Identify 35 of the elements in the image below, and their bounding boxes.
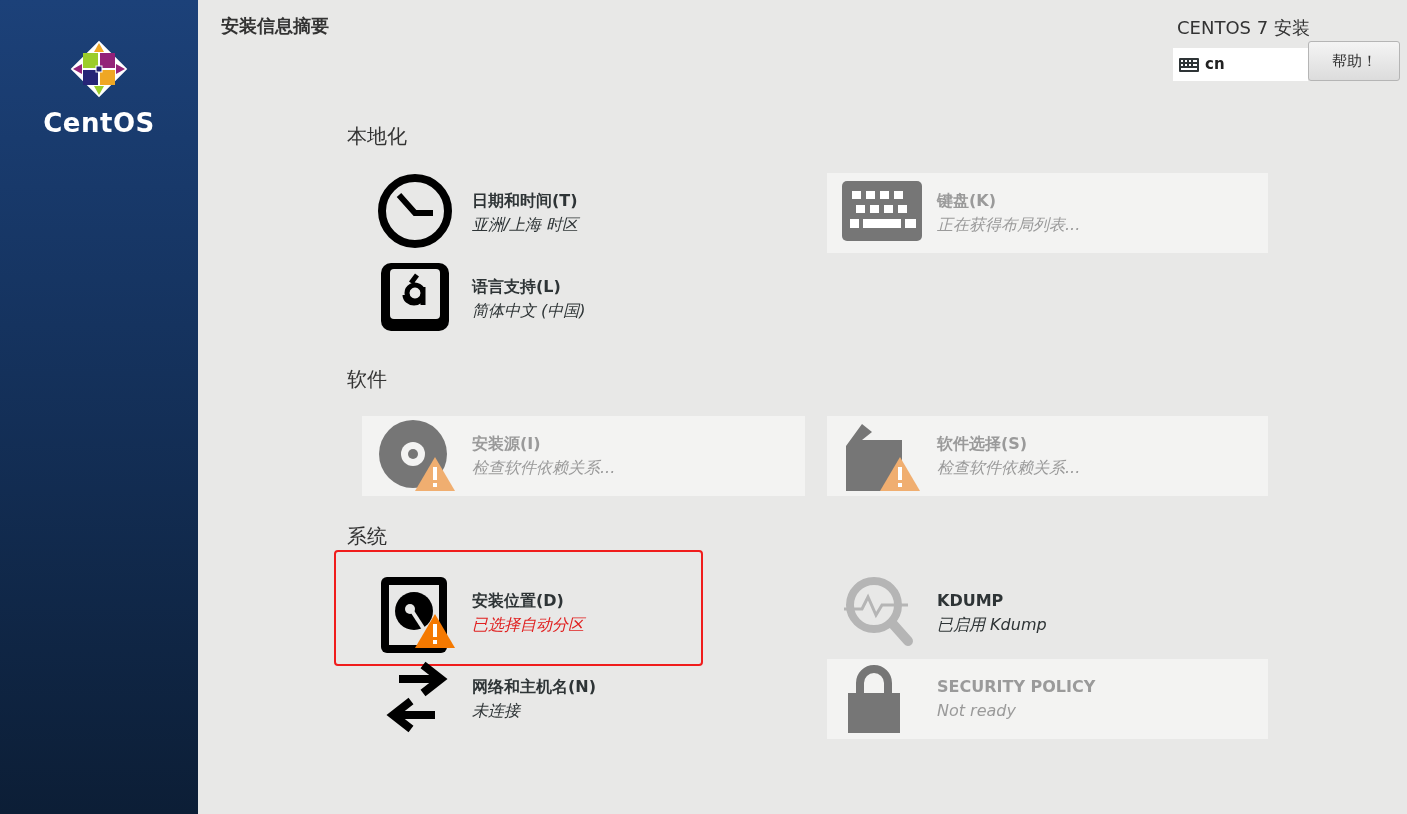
spoke-title: 网络和主机名(N) [472, 676, 596, 698]
spoke-title: 语言支持(L) [472, 276, 562, 298]
spoke-status: 检查软件依赖关系... [937, 457, 1081, 479]
warning-icon [414, 613, 456, 649]
settings-spoke[interactable]: 日期和时间(T) 亚洲/上海 时区 [362, 173, 805, 253]
spoke-status: 检查软件依赖关系... [472, 457, 616, 479]
spoke-status: 简体中文 (中国) [472, 300, 586, 322]
spoke-status: 亚洲/上海 时区 [472, 214, 579, 236]
keyboard-layout-field[interactable]: cn [1173, 48, 1308, 81]
spoke-status: 已选择自动分区 [472, 614, 584, 636]
warning-icon [414, 456, 456, 492]
spoke-status: 未连接 [472, 700, 522, 722]
settings-spoke[interactable]: 安装位置(D) 已选择自动分区 [362, 573, 805, 653]
logo-text: CentOS [43, 107, 155, 140]
section-heading: 软件 [347, 366, 388, 392]
spoke-title: 日期和时间(T) [472, 190, 579, 212]
help-button[interactable]: 帮助！ [1308, 41, 1400, 81]
section-heading: 系统 [347, 523, 388, 549]
spoke-title: 安装源(I) [472, 433, 542, 455]
settings-spoke[interactable]: 网络和主机名(N) 未连接 [362, 659, 805, 739]
page-title: 安装信息摘要 [221, 14, 329, 38]
spoke-title: SECURITY POLICY [937, 676, 1096, 698]
settings-spoke[interactable]: KDUMP 已启用 Kdump [827, 573, 1268, 653]
spoke-status: 正在获得布局列表... [937, 214, 1081, 236]
spoke-title: 安装位置(D) [472, 590, 565, 612]
warning-icon [879, 456, 921, 492]
spoke-title: KDUMP [937, 590, 1005, 612]
spoke-title: 键盘(K) [937, 190, 998, 212]
spoke-title: 软件选择(S) [937, 433, 1029, 455]
settings-spoke[interactable]: 语言支持(L) 简体中文 (中国) [362, 259, 805, 339]
section-heading: 本地化 [347, 123, 408, 149]
spoke-status: 已启用 Kdump [937, 614, 1047, 636]
keyboard-icon [1179, 57, 1199, 72]
product-title: CENTOS 7 安装 [1177, 16, 1311, 40]
spoke-status: Not ready [937, 700, 1017, 722]
